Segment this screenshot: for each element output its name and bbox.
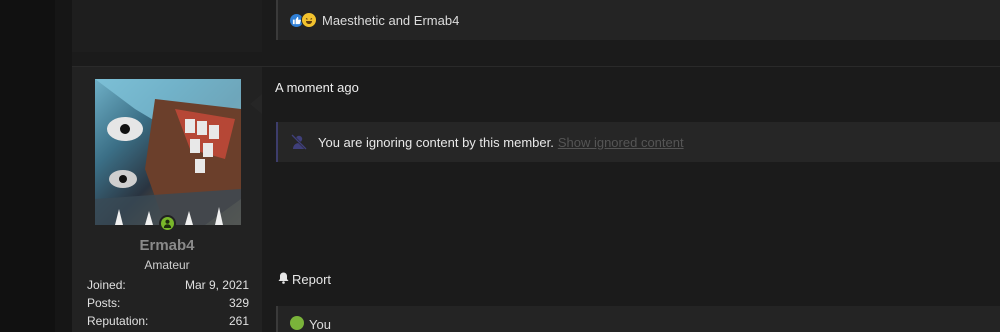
reaction-users-text[interactable]: Maesthetic and Ermab4 bbox=[322, 13, 459, 28]
reaction-users-text[interactable]: You bbox=[309, 317, 331, 332]
ignored-content-notice: You are ignoring content by this member.… bbox=[276, 122, 1000, 162]
stat-label: Reputation: bbox=[87, 314, 149, 328]
show-ignored-content-link[interactable]: Show ignored content bbox=[558, 135, 684, 150]
user-online-icon bbox=[159, 215, 176, 232]
stat-joined: Joined: Mar 9, 2021 bbox=[87, 278, 249, 292]
message-arrow bbox=[250, 94, 262, 114]
post-reactions-bar[interactable]: You bbox=[276, 306, 1000, 332]
stat-label: Posts: bbox=[87, 296, 121, 310]
post-timestamp[interactable]: A moment ago bbox=[275, 80, 359, 95]
username-link[interactable]: Ermab4 bbox=[72, 237, 262, 254]
reaction-icons bbox=[290, 12, 317, 28]
previous-post-user-column bbox=[72, 0, 262, 52]
previous-post-reactions-bar[interactable]: Maesthetic and Ermab4 bbox=[276, 0, 1000, 40]
muted-user-icon bbox=[290, 133, 308, 151]
page-gutter-edge bbox=[55, 0, 72, 332]
message-content-area bbox=[262, 67, 1000, 332]
bell-icon bbox=[278, 272, 289, 287]
stat-value: Mar 9, 2021 bbox=[184, 278, 249, 292]
report-button[interactable]: Report bbox=[278, 272, 331, 287]
stat-reputation: Reputation: 261 bbox=[87, 314, 249, 328]
stat-value: 261 bbox=[228, 314, 249, 328]
stat-value: 329 bbox=[228, 296, 249, 310]
stat-label: Joined: bbox=[87, 278, 126, 292]
ignored-message-text: You are ignoring content by this member. bbox=[318, 134, 554, 150]
page-left-gutter bbox=[0, 0, 55, 332]
stat-posts: Posts: 329 bbox=[87, 296, 249, 310]
haha-icon bbox=[301, 12, 317, 28]
report-label: Report bbox=[292, 272, 332, 287]
angry-icon bbox=[290, 316, 304, 330]
avatar[interactable] bbox=[95, 79, 241, 225]
user-title: Amateur bbox=[144, 258, 190, 272]
